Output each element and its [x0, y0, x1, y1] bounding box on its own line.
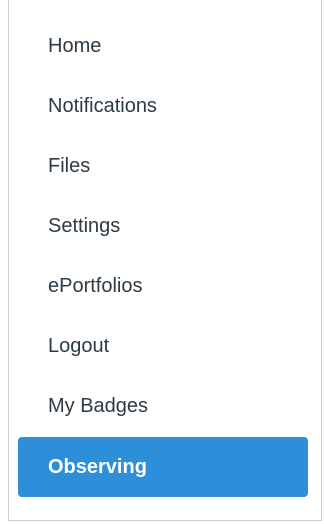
nav-item-label: My Badges — [48, 395, 149, 417]
nav-item-logout[interactable]: Logout — [18, 316, 308, 376]
nav-item-label: Home — [48, 35, 102, 57]
nav-item-eportfolios[interactable]: ePortfolios — [18, 256, 308, 316]
nav-item-notifications[interactable]: Notifications — [18, 76, 308, 136]
nav-item-label: Settings — [48, 215, 121, 237]
nav-item-my-badges[interactable]: My Badges — [18, 376, 308, 436]
nav-item-label: Files — [48, 155, 91, 177]
nav-item-label: Observing — [48, 456, 147, 478]
account-navigation-menu: Home Notifications Files Settings ePortf… — [18, 16, 308, 497]
nav-item-label: Notifications — [48, 95, 157, 117]
nav-item-settings[interactable]: Settings — [18, 196, 308, 256]
nav-item-observing[interactable]: Observing — [18, 437, 308, 497]
nav-item-home[interactable]: Home — [18, 16, 308, 76]
nav-item-label: ePortfolios — [48, 275, 143, 297]
nav-item-files[interactable]: Files — [18, 136, 308, 196]
nav-item-label: Logout — [48, 335, 110, 357]
